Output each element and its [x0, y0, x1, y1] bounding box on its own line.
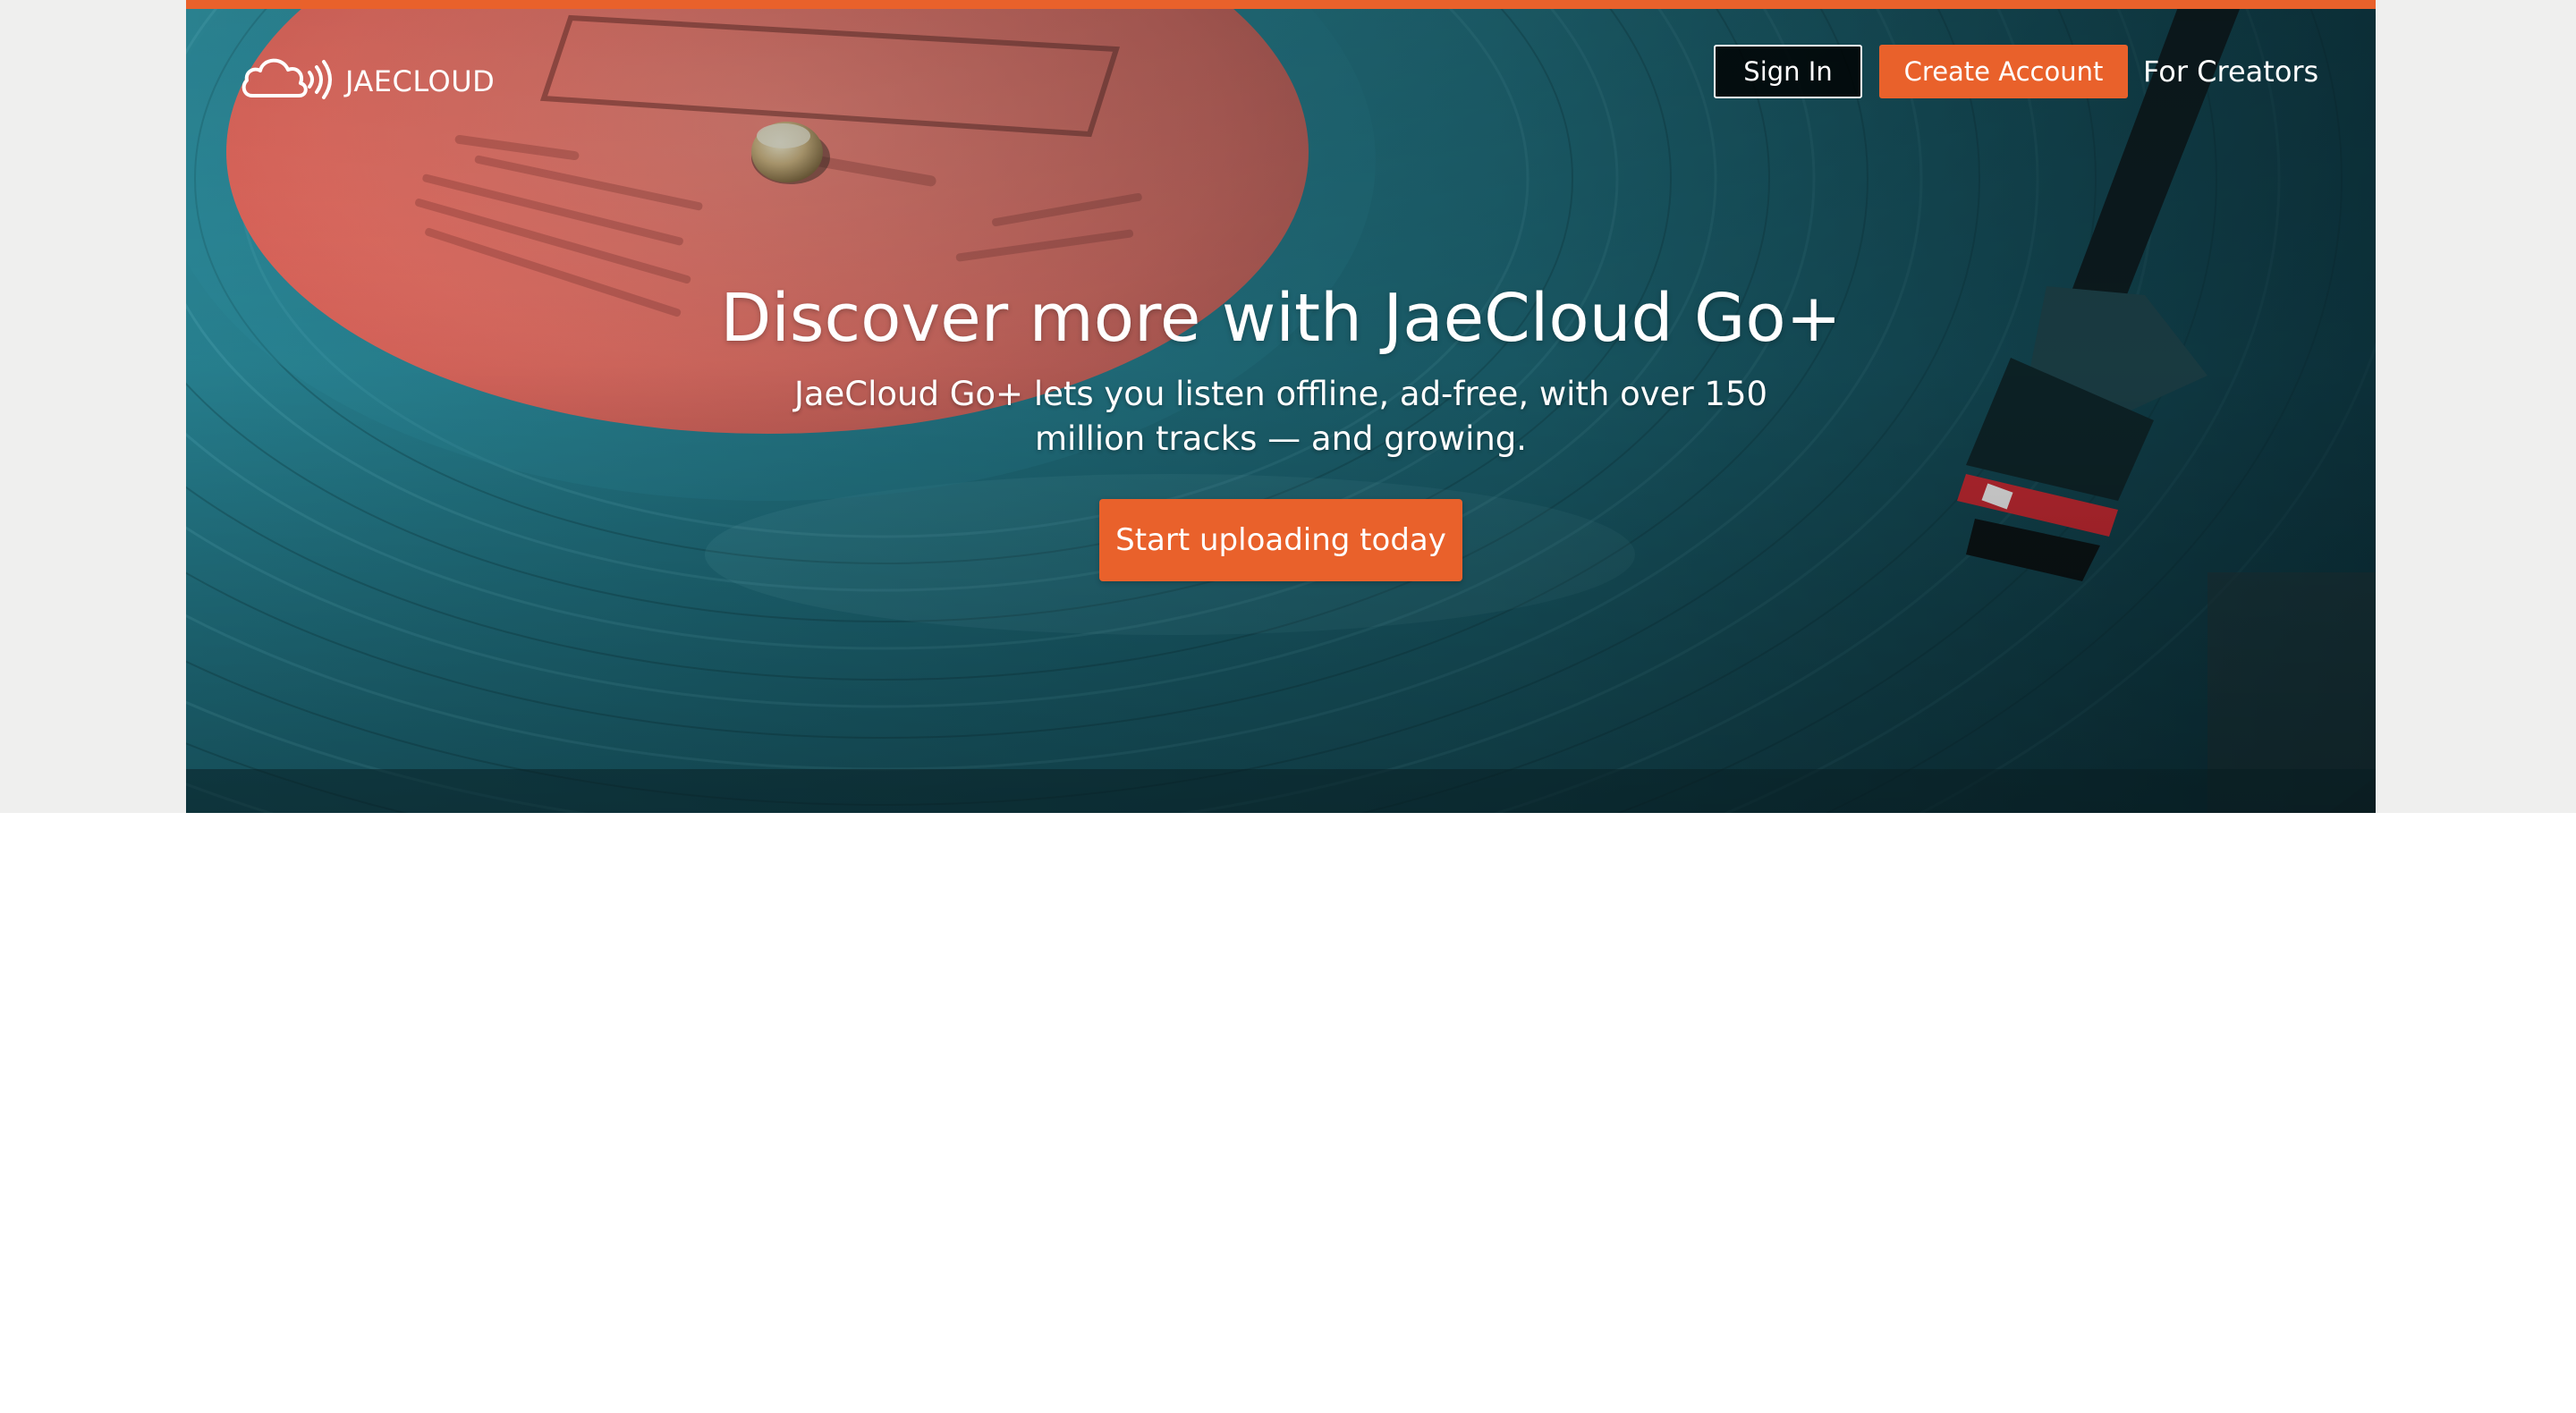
cloud-signal-icon — [242, 58, 332, 99]
hero-title: Discover more with JaeCloud Go+ — [720, 280, 1842, 357]
brand-logo[interactable]: JAECLOUD — [240, 41, 495, 113]
for-creators-link[interactable]: For Creators — [2143, 45, 2318, 98]
sign-in-button[interactable]: Sign In — [1714, 45, 1862, 98]
hero-content: Discover more with JaeCloud Go+ JaeCloud… — [186, 277, 2376, 581]
hero-banner: JAECLOUD Sign In Create Account For Crea… — [186, 0, 2376, 813]
start-uploading-button[interactable]: Start uploading today — [1099, 499, 1462, 581]
top-nav: JAECLOUD Sign In Create Account For Crea… — [186, 9, 2376, 134]
accent-bar — [186, 0, 2376, 9]
create-account-button[interactable]: Create Account — [1879, 45, 2128, 98]
page: JAECLOUD Sign In Create Account For Crea… — [0, 0, 2576, 1413]
hero-subtitle: JaeCloud Go+ lets you listen offline, ad… — [793, 375, 1768, 458]
brand-name: JAECLOUD — [345, 64, 496, 98]
